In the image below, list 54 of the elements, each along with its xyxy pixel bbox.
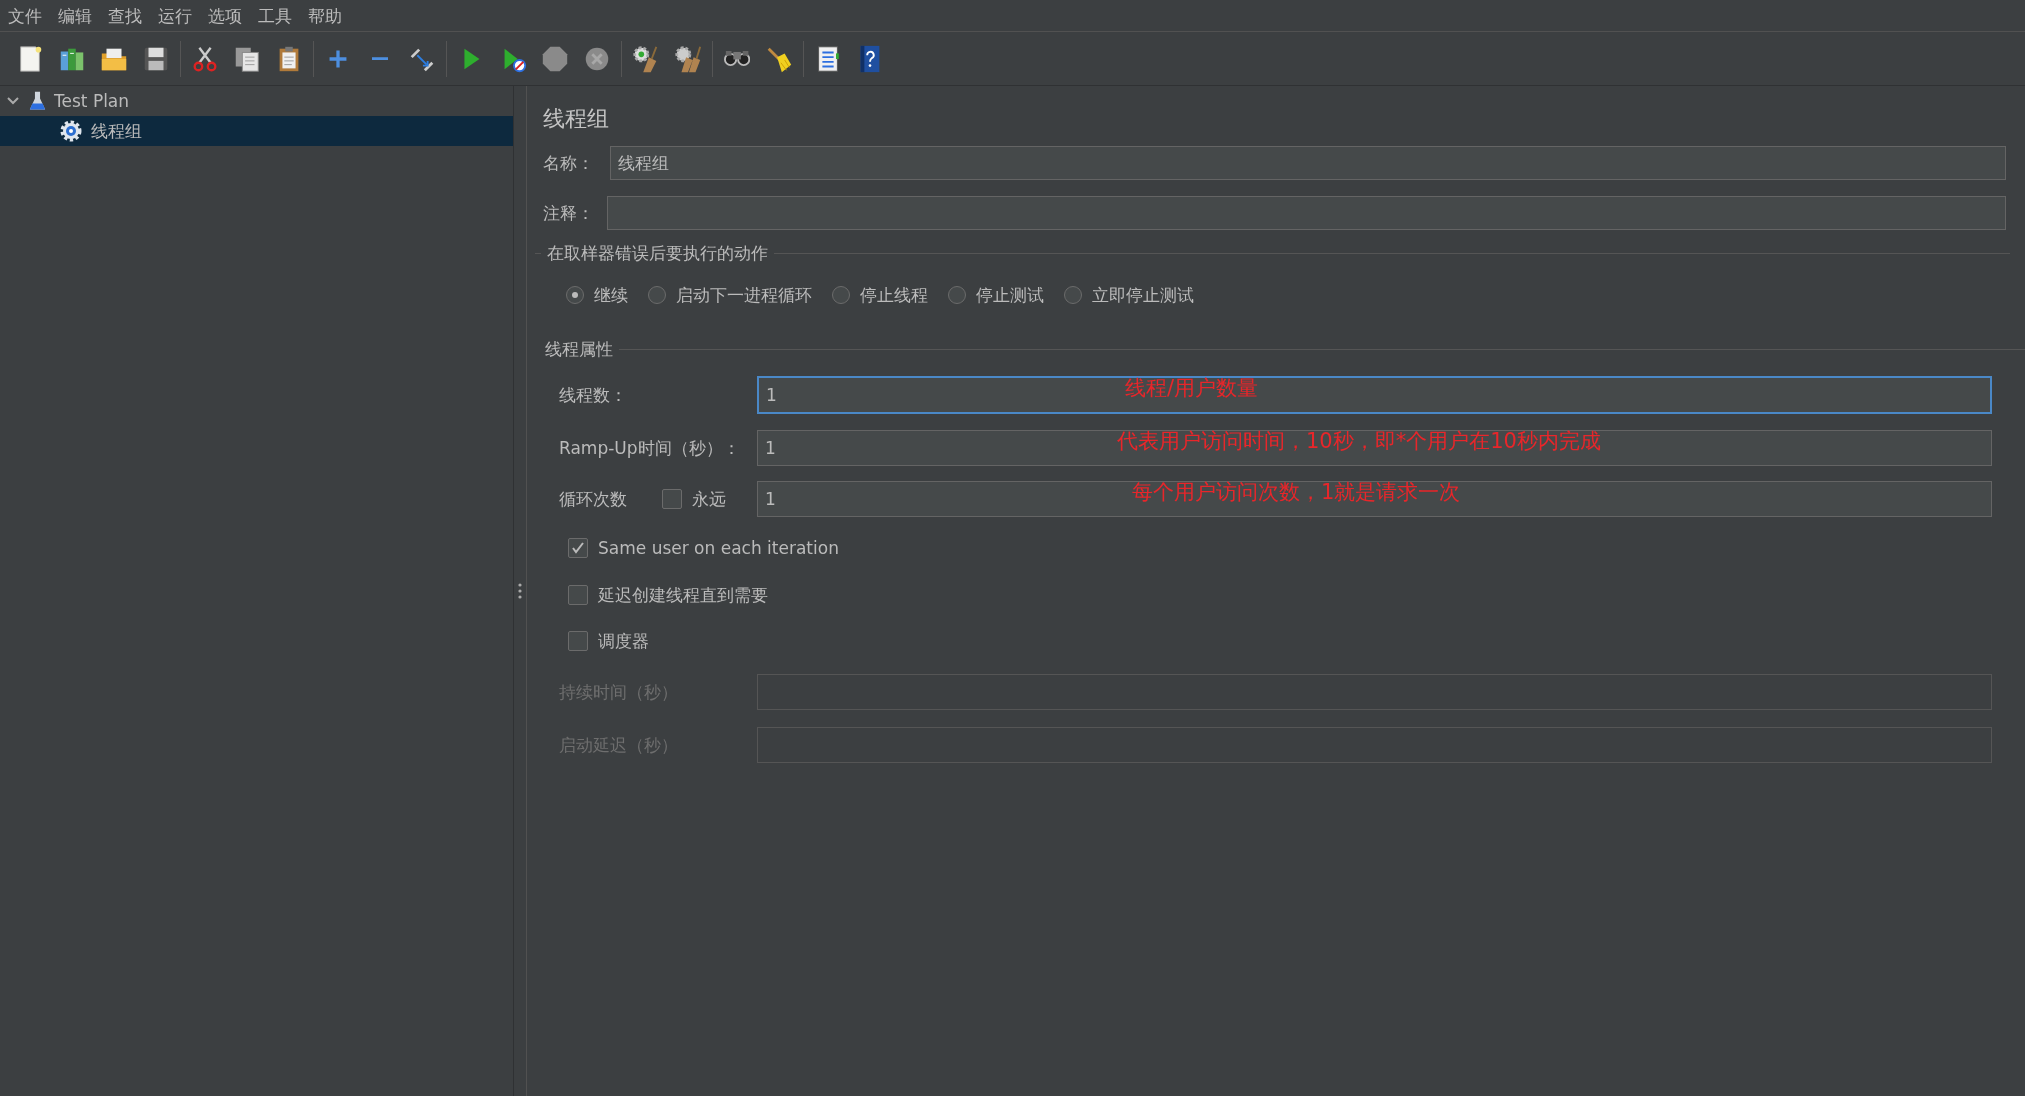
annotation-text: 代表用户访问时间，10秒，即*个用户在10秒内完成 [1117,428,1601,455]
group-title: 在取样器错误后要执行的动作 [547,241,768,265]
field-label: Ramp-Up时间（秒）： [559,436,740,460]
tree-row[interactable]: 线程组 [0,116,513,146]
binoculars-icon [723,51,751,66]
checkbox[interactable] [568,585,588,605]
checkbox-option[interactable]: 延迟创建线程直到需要 [568,583,768,607]
checkbox-option[interactable]: 调度器 [568,629,649,653]
radio-circle[interactable] [1064,286,1082,304]
radio-option[interactable]: 立即停止测试 [1064,283,1194,307]
tree-row[interactable]: Test Plan [0,86,513,116]
radio-circle[interactable] [566,286,584,304]
text-field[interactable]: 1 代表用户访问时间，10秒，即*个用户在10秒内完成 [757,430,1992,466]
radio-circle[interactable] [832,286,850,304]
menu-item[interactable]: 文件 [8,3,42,28]
menu-item[interactable]: 编辑 [58,3,92,28]
text-field[interactable]: 线程组 [610,146,2006,180]
menu-item[interactable]: 帮助 [308,3,342,28]
field-label: 循环次数 [559,487,627,511]
menu-item[interactable]: 工具 [258,3,292,28]
field-label: 注释： [543,201,595,225]
radio-option[interactable]: 停止测试 [948,283,1044,307]
checkbox[interactable] [662,489,682,509]
field-value: 1 [766,385,777,405]
drag-handle-icon[interactable] [518,582,522,600]
checkbox[interactable] [568,538,588,558]
menu-item[interactable]: 选项 [208,3,242,28]
panel-title: 线程组 [543,105,610,133]
annotation-text: 每个用户访问次数，1就是请求一次 [1132,479,1461,506]
annotation-text: 线程/用户数量 [1125,375,1259,402]
field-value: 1 [765,438,776,458]
menu-item[interactable]: 运行 [158,3,192,28]
radio-option[interactable]: 继续 [566,283,628,307]
text-field[interactable]: 1 线程/用户数量 [757,376,1992,414]
field-label: 线程数： [559,383,627,407]
radio-option[interactable]: 停止线程 [832,283,928,307]
field-label: 名称： [543,151,595,175]
broom-gear-icon [673,43,703,74]
gear-icon [59,119,83,143]
tree-label: 线程组 [91,119,142,143]
radio-circle[interactable] [948,286,966,304]
text-field[interactable] [607,196,2006,230]
text-field[interactable]: 1 每个用户访问次数，1就是请求一次 [757,481,1992,517]
checkbox-option[interactable]: 永远 [662,487,726,511]
radio-circle[interactable] [648,286,666,304]
checkbox-option[interactable]: Same user on each iteration [568,538,839,558]
flask-icon [29,90,46,112]
field-value: 1 [765,489,776,509]
tree-label: Test Plan [54,91,130,111]
checkbox[interactable] [568,631,588,651]
menu-item[interactable]: 查找 [108,3,142,28]
radio-option[interactable]: 启动下一进程循环 [648,283,812,307]
group-title: 线程属性 [545,337,613,361]
minus-icon [371,56,389,61]
